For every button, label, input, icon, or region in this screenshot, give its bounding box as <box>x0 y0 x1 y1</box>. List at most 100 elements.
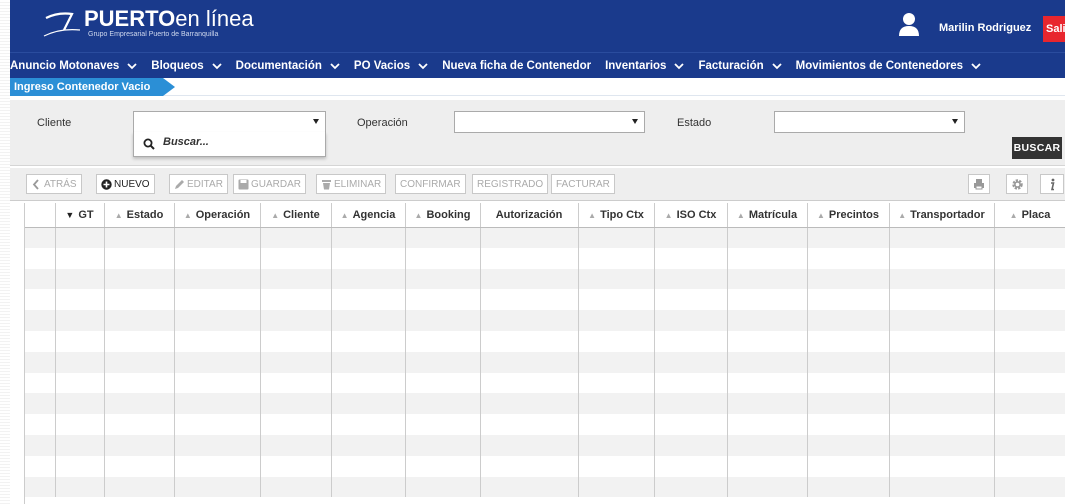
table-cell <box>994 476 1065 498</box>
table-cell <box>480 476 579 498</box>
table-row[interactable] <box>25 247 1065 269</box>
table-cell <box>889 393 995 415</box>
table-cell <box>104 268 175 290</box>
col-select[interactable] <box>25 203 56 228</box>
table-row[interactable] <box>25 476 1065 498</box>
nav-item-inventarios[interactable]: Inventarios <box>605 60 685 72</box>
col-agencia[interactable]: ▲ Agencia <box>331 203 406 228</box>
table-row[interactable] <box>25 227 1065 248</box>
table-cell <box>331 310 406 331</box>
table-cell <box>994 289 1065 311</box>
sort-icon: ▲ <box>664 210 673 220</box>
guardar-button[interactable]: GUARDAR <box>233 174 307 194</box>
nav-item-bloqueos[interactable]: Bloqueos <box>151 60 222 72</box>
table-cell <box>260 268 332 290</box>
table-row[interactable] <box>25 289 1065 311</box>
settings-button[interactable] <box>1006 174 1028 194</box>
table-cell <box>25 393 56 415</box>
nav-item-movimientos[interactable]: Movimientos de Contenedores <box>796 60 981 72</box>
table-cell <box>480 393 579 415</box>
table-cell <box>405 476 481 498</box>
nuevo-button[interactable]: NUEVO <box>96 174 155 194</box>
nav-item-facturacion[interactable]: Facturación <box>698 60 782 72</box>
col-transportador-label: Transportador <box>910 208 985 221</box>
table-cell <box>578 393 655 415</box>
table-row[interactable] <box>25 414 1065 435</box>
col-cliente[interactable]: ▲ Cliente <box>260 203 332 228</box>
nav-item-documentacion[interactable]: Documentación <box>236 60 340 72</box>
user-icon[interactable] <box>898 12 920 36</box>
print-button[interactable] <box>968 174 990 194</box>
nav-item-anuncio-motonaves[interactable]: Anuncio Motonaves <box>10 60 137 72</box>
brand-logo[interactable]: PUERTOen línea Grupo Empresarial Puerto … <box>42 8 254 40</box>
table-cell <box>727 393 808 415</box>
table-cell <box>727 351 808 373</box>
trash-icon <box>322 179 331 189</box>
table-row[interactable] <box>25 351 1065 373</box>
table-cell <box>994 372 1065 394</box>
buscar-button[interactable]: BUSCAR <box>1012 137 1062 159</box>
table-row[interactable] <box>25 434 1065 456</box>
eliminar-button[interactable]: ELIMINAR <box>316 174 387 194</box>
table-row[interactable] <box>25 268 1065 290</box>
table-cell <box>174 289 261 311</box>
sort-icon: ▲ <box>898 210 907 220</box>
user-name[interactable]: Marilin Rodriguez <box>939 22 1031 34</box>
atras-button[interactable]: ATRÁS <box>26 174 82 194</box>
cliente-select[interactable] <box>133 111 326 133</box>
col-autorizacion[interactable]: Autorización <box>480 203 579 228</box>
action-toolbar: ATRÁS NUEVO EDITAR GUARDAR ELIMINAR CONF… <box>10 168 1065 201</box>
col-operacion[interactable]: ▲ Operación <box>174 203 261 228</box>
table-cell <box>654 414 728 435</box>
operacion-select[interactable] <box>454 111 645 133</box>
table-cell <box>405 289 481 311</box>
table-cell <box>727 372 808 394</box>
table-cell <box>480 455 579 477</box>
estado-select[interactable] <box>774 111 965 133</box>
table-cell <box>889 414 995 435</box>
table-cell <box>727 330 808 352</box>
plus-circle-icon <box>101 178 112 190</box>
dropdown-search-input[interactable]: Buscar... <box>163 136 209 148</box>
breadcrumb-bar: Ingreso Contenedor Vacio <box>10 78 1065 96</box>
table-cell <box>405 372 481 394</box>
col-booking[interactable]: ▲ Booking <box>405 203 481 228</box>
nav-item-po-vacios[interactable]: PO Vacios <box>354 60 428 72</box>
col-estado[interactable]: ▲ Estado <box>104 203 175 228</box>
table-row[interactable] <box>25 455 1065 477</box>
nav-item-label: Documentación <box>235 59 322 72</box>
table-cell <box>104 455 175 477</box>
col-placa[interactable]: ▲ Placa <box>994 203 1065 228</box>
editar-button[interactable]: EDITAR <box>169 174 228 194</box>
exit-button[interactable]: Salir <box>1043 16 1065 42</box>
chevron-down-icon <box>212 62 222 69</box>
table-cell <box>889 289 995 311</box>
col-iso-ctx[interactable]: ▲ ISO Ctx <box>654 203 728 228</box>
table-cell <box>578 227 655 248</box>
breadcrumb[interactable]: Ingreso Contenedor Vacio <box>10 78 175 96</box>
atras-label: ATRÁS <box>44 178 77 190</box>
table-row[interactable] <box>25 330 1065 352</box>
col-precintos[interactable]: ▲ Precintos <box>807 203 890 228</box>
table-row[interactable] <box>25 310 1065 331</box>
table-cell <box>578 310 655 331</box>
table-cell <box>25 351 56 373</box>
sort-icon: ▲ <box>340 210 349 220</box>
table-cell <box>174 414 261 435</box>
nav-item-nueva-ficha[interactable]: Nueva ficha de Contenedor <box>442 60 591 72</box>
confirmar-button[interactable]: CONFIRMAR <box>395 174 466 194</box>
table-row[interactable] <box>25 372 1065 394</box>
col-transportador[interactable]: ▲ Transportador <box>889 203 995 228</box>
col-gt[interactable]: ▼ GT <box>55 203 105 228</box>
col-tipo-ctx[interactable]: ▲ Tipo Ctx <box>578 203 655 228</box>
col-gt-label: GT <box>78 208 94 221</box>
info-button[interactable] <box>1040 174 1064 194</box>
facturar-button[interactable]: FACTURAR <box>551 174 615 194</box>
table-cell <box>807 310 890 331</box>
table-cell <box>331 414 406 435</box>
registrado-button[interactable]: REGISTRADO <box>472 174 549 194</box>
col-matricula[interactable]: ▲ Matrícula <box>727 203 808 228</box>
cliente-dropdown: Buscar... <box>133 132 326 157</box>
table-cell <box>104 372 175 394</box>
table-row[interactable] <box>25 393 1065 415</box>
